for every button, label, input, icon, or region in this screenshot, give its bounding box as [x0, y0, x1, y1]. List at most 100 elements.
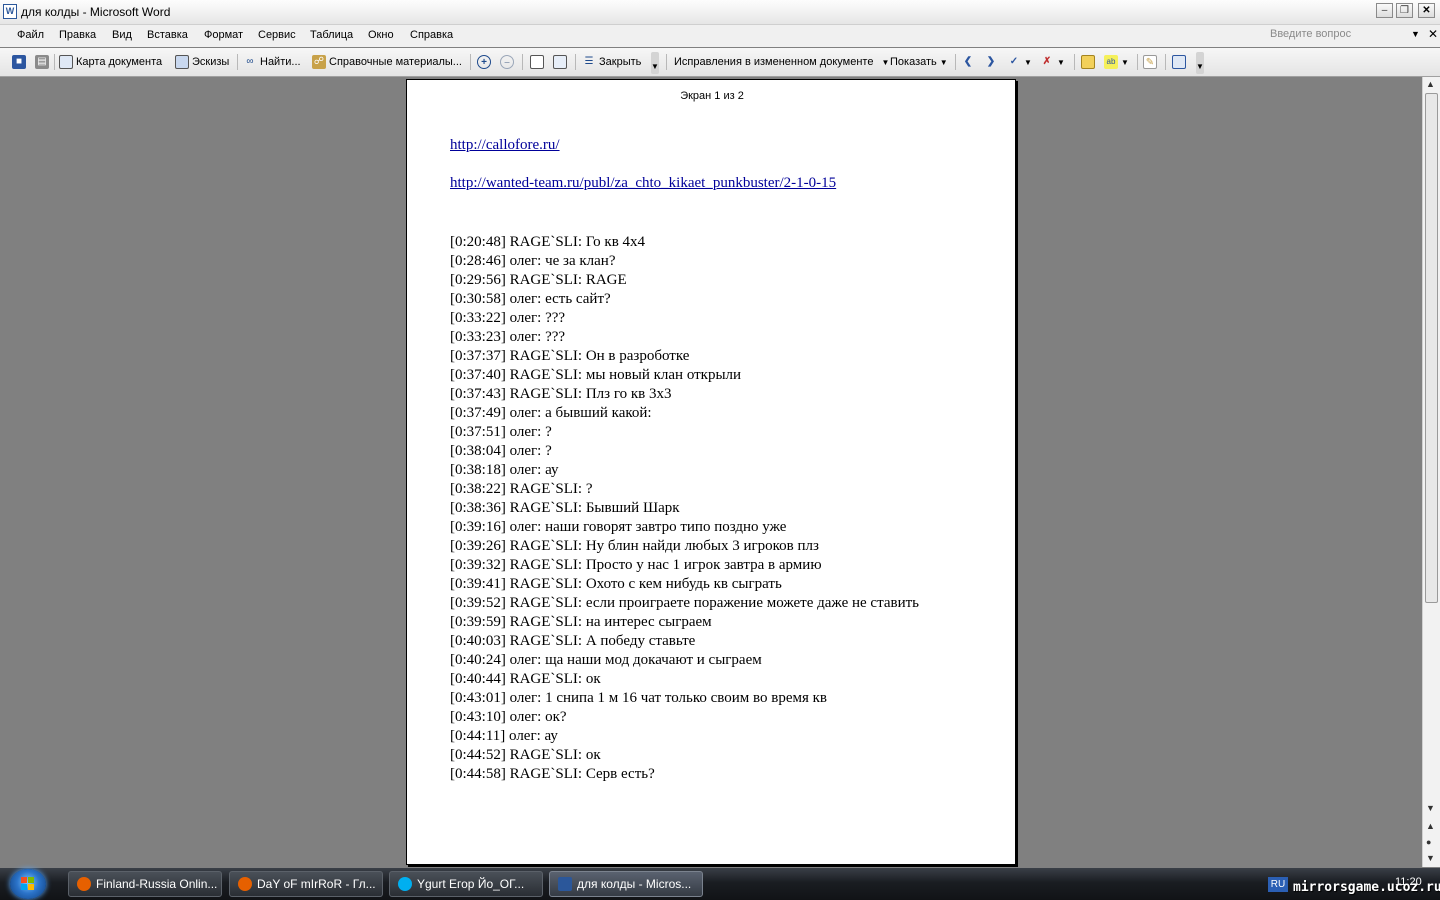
taskbar-button-word[interactable]: для колды - Micros... — [549, 871, 703, 897]
firefox-icon — [77, 877, 91, 891]
link-wanted-team[interactable]: http://wanted-team.ru/publ/za_chto_kikae… — [450, 175, 836, 192]
accept-change-button[interactable]: ✓ ▼ — [1007, 53, 1032, 71]
taskbar-button-firefox-2[interactable]: DaY oF mIrRoR - Гл... — [229, 871, 383, 897]
page-icon — [530, 55, 544, 69]
start-button[interactable] — [10, 869, 46, 899]
show-markup-menu[interactable]: Показать ▼ — [890, 53, 948, 71]
zoom-out-icon: – — [500, 55, 514, 69]
chat-line: [0:39:59] RAGE`SLI: на интерес сыграем — [450, 614, 712, 630]
zoom-out-button[interactable]: – — [500, 53, 517, 71]
chat-line: [0:37:40] RAGE`SLI: мы новый клан открыл… — [450, 367, 742, 383]
track-changes-mode-select[interactable]: Исправления в измененном документе ▼ — [674, 53, 889, 71]
menu-insert[interactable]: Вставка — [147, 29, 188, 41]
reject-change-icon: ✗ — [1042, 56, 1052, 67]
scrollbar-thumb[interactable] — [1425, 93, 1438, 603]
reject-change-button[interactable]: ✗ ▼ — [1040, 53, 1065, 71]
document-map-label: Карта документа — [76, 56, 163, 68]
menu-file[interactable]: Файл — [17, 29, 44, 41]
maximize-button[interactable]: ❐ — [1396, 3, 1413, 18]
chat-line: [0:38:04] олег: ? — [450, 443, 552, 459]
help-search-input[interactable]: Введите вопрос — [1270, 28, 1422, 43]
zoom-in-icon: + — [477, 55, 491, 69]
chat-line: [0:38:22] RAGE`SLI: ? — [450, 481, 593, 497]
scroll-up-icon[interactable]: ▲ — [1426, 79, 1435, 89]
link-callofore[interactable]: http://callofore.ru/ — [450, 137, 560, 154]
toolbar-separator — [237, 54, 238, 70]
document-map-icon — [59, 55, 73, 69]
accept-change-icon: ✓ — [1009, 56, 1019, 67]
chat-line: [0:44:11] олег: ау — [450, 728, 558, 744]
find-button[interactable]: ∞ Найти... — [243, 53, 301, 71]
menu-edit[interactable]: Правка — [59, 29, 96, 41]
menu-table[interactable]: Таблица — [310, 29, 353, 41]
task-label: Ygurt Егор Йо_ОГ... — [417, 877, 525, 891]
minimize-button[interactable]: – — [1376, 3, 1393, 18]
toolbar-separator — [522, 54, 523, 70]
toolbar-options-grip[interactable]: ▼ — [1196, 52, 1204, 74]
actual-page-button[interactable] — [530, 53, 547, 71]
next-page-icon[interactable]: ▼ — [1426, 853, 1435, 863]
chat-line: [0:20:48] RAGE`SLI: Го кв 4х4 — [450, 234, 646, 250]
scroll-down-icon[interactable]: ▼ — [1426, 803, 1435, 813]
dropdown-arrow-icon: ▼ — [939, 57, 948, 67]
chat-line: [0:39:41] RAGE`SLI: Охото с кем нибудь к… — [450, 576, 782, 592]
menu-tools[interactable]: Сервис — [258, 29, 296, 41]
vertical-scrollbar[interactable]: ▲ ▼ ▲ ● ▼ — [1422, 77, 1440, 867]
document-map-button[interactable]: Карта документа — [59, 53, 162, 71]
chat-line: [0:28:46] олег: че за клан? — [450, 253, 616, 269]
chat-line: [0:37:51] олег: ? — [450, 424, 552, 440]
toolbar-separator — [666, 54, 667, 70]
chat-line: [0:43:01] олег: 1 снипа 1 м 16 чат тольк… — [450, 690, 827, 706]
reading-toolbar: ■ ▤ Карта документа Эскизы ∞ Найти... ☍ … — [0, 48, 1440, 77]
new-comment-button[interactable] — [1081, 53, 1098, 71]
close-document-icon[interactable]: ✕ — [1428, 27, 1438, 41]
track-changes-button[interactable]: ✎ — [1143, 53, 1160, 71]
chat-line: [0:40:24] олег: ща наши мод докачают и с… — [450, 652, 762, 668]
toolbar-separator — [1137, 54, 1138, 70]
find-label: Найти... — [260, 56, 301, 68]
menu-format[interactable]: Формат — [204, 29, 243, 41]
toolbar-separator — [54, 54, 55, 70]
chat-line: [0:37:37] RAGE`SLI: Он в разроботке — [450, 348, 690, 364]
two-pages-button[interactable] — [553, 53, 570, 71]
track-changes-mode-label: Исправления в измененном документе — [674, 56, 874, 68]
thumbnails-button[interactable]: Эскизы — [175, 53, 229, 71]
save-button[interactable]: ■ — [12, 53, 29, 71]
print-icon: ▤ — [35, 55, 49, 69]
menu-window[interactable]: Окно — [368, 29, 394, 41]
previous-page-icon[interactable]: ▲ — [1426, 821, 1435, 831]
chat-line: [0:38:18] олег: ау — [450, 462, 559, 478]
chevron-down-icon[interactable]: ▼ — [1411, 29, 1420, 39]
print-button[interactable]: ▤ — [35, 53, 52, 71]
taskbar-button-firefox-1[interactable]: Finland-Russia Onlin... — [68, 871, 222, 897]
chat-log: [0:20:48] RAGE`SLI: Го кв 4х4 [0:28:46] … — [450, 233, 919, 784]
firefox-icon — [238, 877, 252, 891]
zoom-in-button[interactable]: + — [477, 53, 494, 71]
menu-view[interactable]: Вид — [112, 29, 132, 41]
next-change-button[interactable]: ❯ — [984, 53, 1001, 71]
reviewing-pane-button[interactable] — [1172, 53, 1189, 71]
chat-line: [0:37:43] RAGE`SLI: Плз го кв 3х3 — [450, 386, 672, 402]
highlight-button[interactable]: ab ▼ — [1104, 53, 1129, 71]
toolbar-separator — [955, 54, 956, 70]
research-button[interactable]: ☍ Справочные материалы... — [312, 53, 462, 71]
chat-line: [0:39:26] RAGE`SLI: Ну блин найди любых … — [450, 538, 819, 554]
previous-change-button[interactable]: ❮ — [961, 53, 978, 71]
chat-line: [0:38:36] RAGE`SLI: Бывший Шарк — [450, 500, 680, 516]
language-indicator[interactable]: RU — [1268, 877, 1288, 892]
menu-help[interactable]: Справка — [410, 29, 453, 41]
task-label: для колды - Micros... — [577, 877, 692, 891]
reviewing-pane-icon — [1172, 55, 1186, 69]
close-window-button[interactable]: ✕ — [1418, 3, 1435, 18]
close-reading-button[interactable]: ☰ Закрыть — [582, 53, 642, 71]
toolbar-separator — [1074, 54, 1075, 70]
taskbar-button-skype[interactable]: Ygurt Егор Йо_ОГ... — [389, 871, 543, 897]
toolbar-options-grip[interactable]: ▼ — [651, 52, 659, 74]
show-markup-label: Показать — [890, 56, 937, 68]
browse-object-icon[interactable]: ● — [1426, 837, 1431, 847]
document-area: Экран 1 из 2 http://callofore.ru/ http:/… — [0, 77, 1422, 867]
chat-line: [0:39:16] олег: наши говорят завтро типо… — [450, 519, 787, 535]
chat-line: [0:39:52] RAGE`SLI: если проиграете пора… — [450, 595, 919, 611]
clock[interactable]: 11:20 — [1395, 876, 1422, 888]
dropdown-arrow-icon: ▼ — [1121, 57, 1129, 67]
